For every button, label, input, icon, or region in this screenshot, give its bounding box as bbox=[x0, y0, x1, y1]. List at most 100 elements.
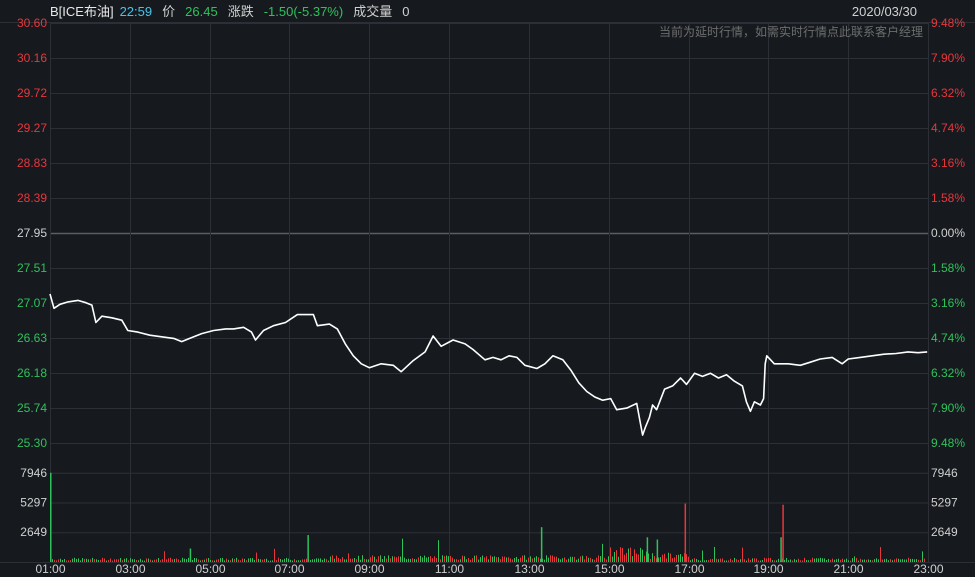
volume-bar bbox=[466, 559, 467, 562]
volume-bar bbox=[418, 557, 419, 562]
time-tick-label: 13:00 bbox=[514, 562, 544, 576]
volume-bar bbox=[804, 557, 805, 562]
volume-bar bbox=[96, 559, 97, 562]
volume-bar bbox=[330, 556, 331, 562]
volume-bar bbox=[876, 558, 877, 562]
volume-bar bbox=[868, 559, 869, 562]
volume-bar bbox=[272, 560, 273, 562]
volume-bar bbox=[610, 547, 611, 562]
volume-bar bbox=[788, 560, 789, 562]
volume-bar bbox=[146, 558, 147, 562]
symbol-label[interactable]: B[ICE布油] bbox=[50, 4, 114, 19]
volume-bar bbox=[102, 557, 103, 562]
price-tick-label: 27.51 bbox=[17, 261, 47, 275]
volume-bar bbox=[826, 560, 827, 562]
volume-bar bbox=[328, 560, 329, 562]
volume-bar bbox=[662, 554, 663, 562]
volume-bar bbox=[624, 554, 625, 562]
percent-tick-label: 3.16% bbox=[931, 156, 965, 170]
volume-bar bbox=[742, 547, 743, 562]
price-tick-label: 29.27 bbox=[17, 121, 47, 135]
volume-bar bbox=[468, 557, 469, 562]
volume-bar bbox=[416, 559, 417, 562]
volume-bar bbox=[230, 560, 231, 562]
volume-bar bbox=[78, 558, 79, 562]
volume-bar bbox=[732, 560, 733, 562]
volume-bar bbox=[632, 556, 633, 562]
volume-bar bbox=[174, 559, 175, 562]
price-series bbox=[49, 293, 928, 436]
volume-bar bbox=[322, 559, 323, 562]
volume-bar bbox=[614, 552, 615, 562]
volume-bar bbox=[650, 558, 651, 562]
volume-bar bbox=[342, 557, 343, 562]
volume-bar bbox=[426, 557, 427, 562]
volume-label: 成交量 bbox=[353, 4, 393, 19]
volume-bar bbox=[872, 560, 873, 562]
volume-bar bbox=[186, 559, 187, 562]
volume-bar bbox=[828, 558, 829, 562]
volume-bar bbox=[400, 556, 401, 562]
volume-bar bbox=[228, 559, 229, 562]
volume-bar bbox=[502, 556, 503, 562]
volume-bar bbox=[548, 557, 549, 562]
volume-bar bbox=[76, 559, 77, 562]
volume-bar bbox=[572, 556, 573, 562]
volume-bar bbox=[560, 559, 561, 562]
volume-bar bbox=[686, 554, 687, 562]
volume-bar bbox=[340, 559, 341, 562]
volume-bar bbox=[480, 557, 481, 562]
time-tick-label: 17:00 bbox=[674, 562, 704, 576]
time-tick-label: 15:00 bbox=[594, 562, 624, 576]
percent-tick-label: 1.58% bbox=[931, 191, 965, 205]
volume-bar bbox=[574, 556, 575, 562]
volume-bar bbox=[676, 554, 677, 562]
percent-tick-label: 3.16% bbox=[931, 296, 965, 310]
volume-tick-label: 7946 bbox=[20, 466, 47, 480]
volume-bar bbox=[398, 556, 399, 562]
volume-bar bbox=[232, 558, 233, 562]
volume-bar bbox=[640, 547, 641, 562]
percent-tick-label: 4.74% bbox=[931, 121, 965, 135]
volume-bar bbox=[896, 558, 897, 562]
volume-bar bbox=[98, 559, 99, 562]
volume-bar bbox=[626, 552, 627, 562]
price-tick-label: 25.30 bbox=[17, 436, 47, 450]
volume-bar bbox=[148, 558, 149, 562]
volume-bar bbox=[622, 547, 623, 562]
trade-date: 2020/03/30 bbox=[851, 4, 917, 19]
volume-bar bbox=[586, 555, 587, 562]
change-value: -1.50(-5.37%) bbox=[263, 4, 344, 19]
volume-bar bbox=[264, 558, 265, 562]
grid bbox=[0, 22, 975, 563]
percent-tick-label: 9.48% bbox=[931, 436, 965, 450]
volume-bar bbox=[338, 557, 339, 562]
delay-notice-link[interactable]: 当前为延时行情，如需实时行情点此联系客户经理 bbox=[659, 24, 923, 40]
volume-bar bbox=[554, 556, 555, 562]
volume-bar bbox=[306, 558, 307, 562]
volume-bar bbox=[672, 558, 673, 562]
volume-bar bbox=[270, 560, 271, 562]
volume-bar bbox=[890, 559, 891, 562]
volume-bar bbox=[822, 558, 823, 562]
volume-bar bbox=[464, 556, 465, 562]
volume-bar bbox=[814, 558, 815, 562]
volume-spike bbox=[50, 472, 52, 562]
volume-bar bbox=[362, 555, 363, 562]
volume-bar bbox=[552, 555, 553, 562]
volume-bar bbox=[728, 560, 729, 562]
volume-bar bbox=[498, 557, 499, 562]
volume-bar bbox=[90, 559, 91, 562]
percent-tick-label: 7.90% bbox=[931, 51, 965, 65]
volume-bar bbox=[894, 559, 895, 562]
volume-bar bbox=[482, 555, 483, 562]
volume-bar bbox=[74, 557, 75, 562]
volume-bar bbox=[904, 559, 905, 562]
volume-bar bbox=[266, 558, 267, 562]
volume-spike bbox=[780, 537, 782, 562]
percent-tick-label: 0.00% bbox=[931, 226, 965, 240]
volume-bar bbox=[648, 553, 649, 562]
volume-bar bbox=[470, 559, 471, 562]
volume-bar bbox=[234, 558, 235, 562]
volume-bar bbox=[178, 559, 179, 562]
